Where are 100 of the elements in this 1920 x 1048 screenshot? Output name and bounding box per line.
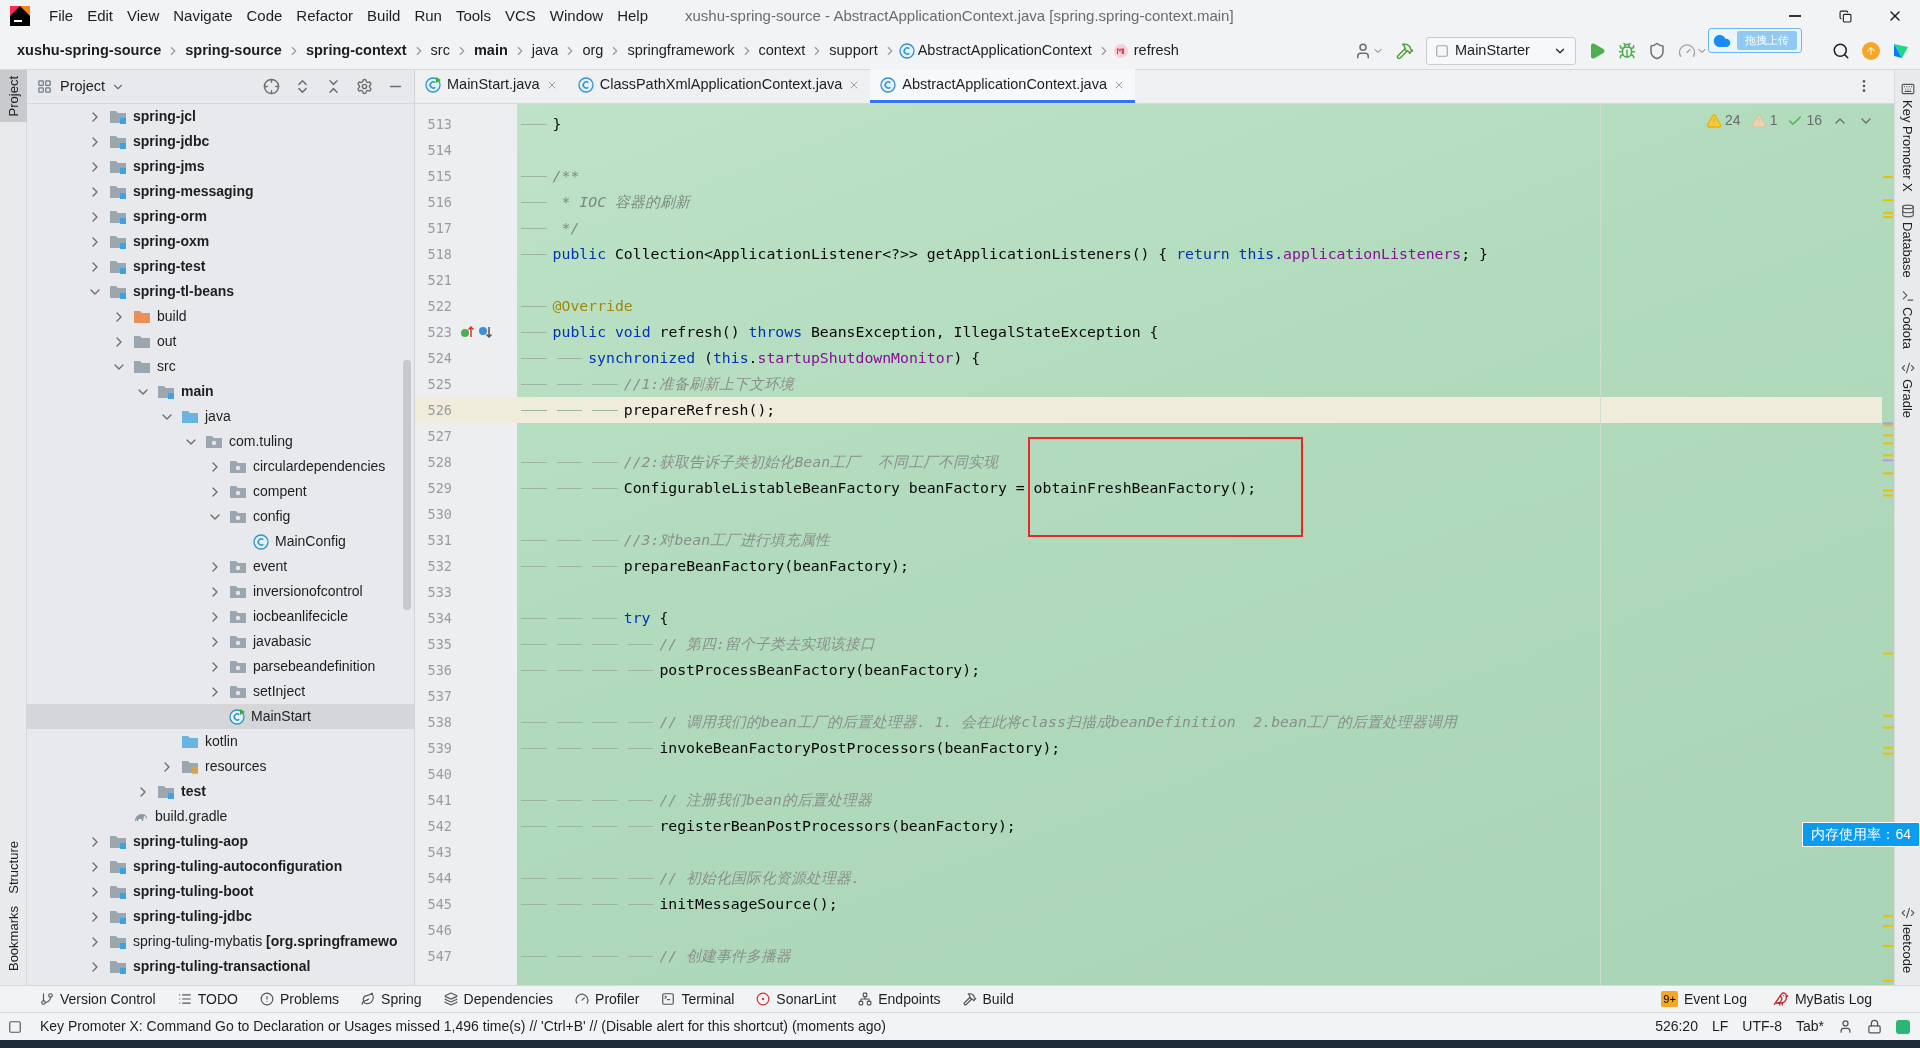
tree-item[interactable]: javabasic xyxy=(27,629,414,654)
tree-item[interactable]: main xyxy=(27,379,414,404)
breadcrumb[interactable]: spring-context xyxy=(302,39,410,62)
tool-window-button[interactable]: Terminal xyxy=(661,988,735,1010)
tree-item[interactable]: out xyxy=(27,329,414,354)
breadcrumb[interactable]: spring-source xyxy=(182,39,285,62)
overridden-down-icon[interactable] xyxy=(478,325,492,339)
tree-item[interactable]: parsebeandefinition xyxy=(27,654,414,679)
menu-item[interactable]: Code xyxy=(239,4,290,28)
tree-item[interactable]: test xyxy=(27,779,414,804)
tool-window-tab[interactable]: Key Promoter X xyxy=(1897,76,1918,198)
tree-item[interactable]: spring-test xyxy=(27,254,414,279)
tree-item[interactable]: iocbeanlifecicle xyxy=(27,604,414,629)
crosshair-icon[interactable] xyxy=(263,78,280,95)
tree-item[interactable]: spring-tuling-transactional xyxy=(27,954,414,979)
tree-item[interactable]: spring-jdbc xyxy=(27,129,414,154)
scrollbar[interactable] xyxy=(403,360,411,610)
tool-window-tab[interactable]: Database xyxy=(1897,197,1918,284)
file-encoding[interactable]: UTF-8 xyxy=(1742,1016,1782,1037)
editor-tab[interactable]: ClassPathXmlApplicationContext.java xyxy=(567,69,871,103)
tree-item[interactable]: spring-tuling-mybatis [org.springframewo xyxy=(27,929,414,954)
breadcrumb[interactable]: org xyxy=(579,39,607,62)
tool-window-tab[interactable]: Structure xyxy=(0,835,27,900)
menu-item[interactable]: Navigate xyxy=(166,4,240,28)
tool-window-button[interactable]: MyBatis Log xyxy=(1772,988,1872,1010)
tree-item[interactable]: kotlin xyxy=(27,729,414,754)
tool-window-button[interactable]: Dependencies xyxy=(443,988,554,1010)
app-logo-icon[interactable] xyxy=(1892,41,1910,60)
tree-item[interactable]: spring-messaging xyxy=(27,179,414,204)
caret-position[interactable]: 526:20 xyxy=(1655,1016,1698,1037)
tool-window-tab[interactable]: Project xyxy=(0,70,27,123)
tree-item[interactable]: spring-tl-beans xyxy=(27,279,414,304)
menu-item[interactable]: Build xyxy=(360,4,408,28)
tool-window-button[interactable]: Profiler xyxy=(575,988,640,1010)
menu-item[interactable]: Refactor xyxy=(289,4,361,28)
tool-window-button[interactable]: Version Control xyxy=(40,988,156,1010)
project-view-dropdown[interactable]: Project xyxy=(60,75,126,98)
tree-item[interactable]: spring-tuling-aop xyxy=(27,829,414,854)
breadcrumb[interactable]: src xyxy=(427,39,453,62)
lock-icon[interactable] xyxy=(1867,1019,1882,1034)
warning-count[interactable]: 24 xyxy=(1706,110,1741,131)
panel-toggle-icon[interactable] xyxy=(8,1019,22,1034)
tool-window-button[interactable]: TODO xyxy=(177,988,238,1010)
weak-warning-count[interactable]: 1 xyxy=(1750,110,1778,131)
tree-item[interactable]: setInject xyxy=(27,679,414,704)
tree-item[interactable]: java xyxy=(27,404,414,429)
tree-item[interactable]: MainStart xyxy=(27,704,414,729)
shield-icon[interactable] xyxy=(1648,41,1666,60)
breadcrumb[interactable]: main xyxy=(470,39,511,62)
editor-tab[interactable]: MainStart.java xyxy=(415,69,568,103)
settings-icon[interactable] xyxy=(356,78,373,95)
menu-item[interactable]: Run xyxy=(407,4,449,28)
tree-item[interactable]: com.tuling xyxy=(27,429,414,454)
typo-count[interactable]: 16 xyxy=(1787,110,1822,131)
tool-window-tab[interactable]: leetcode xyxy=(1897,899,1918,979)
tool-window-tab[interactable]: Bookmarks xyxy=(0,899,27,977)
menu-item[interactable]: Edit xyxy=(80,4,121,28)
tool-window-tab[interactable]: Gradle xyxy=(1897,355,1918,425)
implemented-up-icon[interactable] xyxy=(460,325,474,339)
tree-item[interactable]: config xyxy=(27,504,414,529)
tree-item[interactable]: spring-tuling-boot xyxy=(27,879,414,904)
tool-window-button[interactable]: Spring xyxy=(361,988,422,1010)
tool-window-tab[interactable]: Codota xyxy=(1897,283,1918,356)
tool-window-button[interactable]: Problems xyxy=(259,988,340,1010)
menu-item[interactable]: Window xyxy=(542,4,611,28)
user-icon[interactable] xyxy=(1354,41,1372,60)
run-configuration-dropdown[interactable]: MainStarter xyxy=(1426,36,1576,65)
user-icon[interactable] xyxy=(1838,1019,1853,1034)
menu-item[interactable]: View xyxy=(120,4,167,28)
indent-setting[interactable]: Tab* xyxy=(1795,1016,1824,1037)
breadcrumb[interactable]: refresh xyxy=(1130,39,1182,62)
tree-item[interactable]: MainConfig xyxy=(27,529,414,554)
breadcrumb[interactable]: AbstractApplicationContext xyxy=(914,39,1095,62)
tree-item[interactable]: resources xyxy=(27,754,414,779)
tree-item[interactable]: spring-tuling-jdbc xyxy=(27,904,414,929)
tree-item[interactable]: build xyxy=(27,304,414,329)
editor-tab[interactable]: AbstractApplicationContext.java xyxy=(870,69,1135,103)
play-icon[interactable] xyxy=(1588,41,1606,60)
tree-item[interactable]: inversionofcontrol xyxy=(27,579,414,604)
gauge-icon[interactable] xyxy=(1678,41,1696,60)
tree-item[interactable]: spring-orm xyxy=(27,204,414,229)
tool-window-button[interactable]: Build xyxy=(962,988,1014,1010)
tree-item[interactable]: circulardependencies xyxy=(27,454,414,479)
tree-item[interactable]: spring-jcl xyxy=(27,104,414,129)
breadcrumb[interactable]: support xyxy=(826,39,881,62)
tree-item[interactable]: spring-jms xyxy=(27,154,414,179)
tree-item[interactable]: spring-oxm xyxy=(27,229,414,254)
tree-item[interactable]: build.gradle xyxy=(27,804,414,829)
tree-item[interactable]: compent xyxy=(27,479,414,504)
menu-item[interactable]: File xyxy=(42,4,81,28)
hammer-icon[interactable] xyxy=(1396,41,1414,60)
tree-item[interactable]: event xyxy=(27,554,414,579)
tool-window-button[interactable]: SonarLint xyxy=(756,988,837,1010)
search-icon[interactable] xyxy=(1832,41,1850,60)
bug-icon[interactable] xyxy=(1618,41,1636,60)
line-separator[interactable]: LF xyxy=(1711,1016,1729,1037)
tree-item[interactable]: spring-tuling-autoconfiguration xyxy=(27,854,414,879)
tool-window-button[interactable]: Endpoints xyxy=(858,988,941,1010)
breadcrumb[interactable]: springframework xyxy=(624,39,738,62)
tool-window-button[interactable]: 9+ Event Log xyxy=(1661,988,1747,1010)
